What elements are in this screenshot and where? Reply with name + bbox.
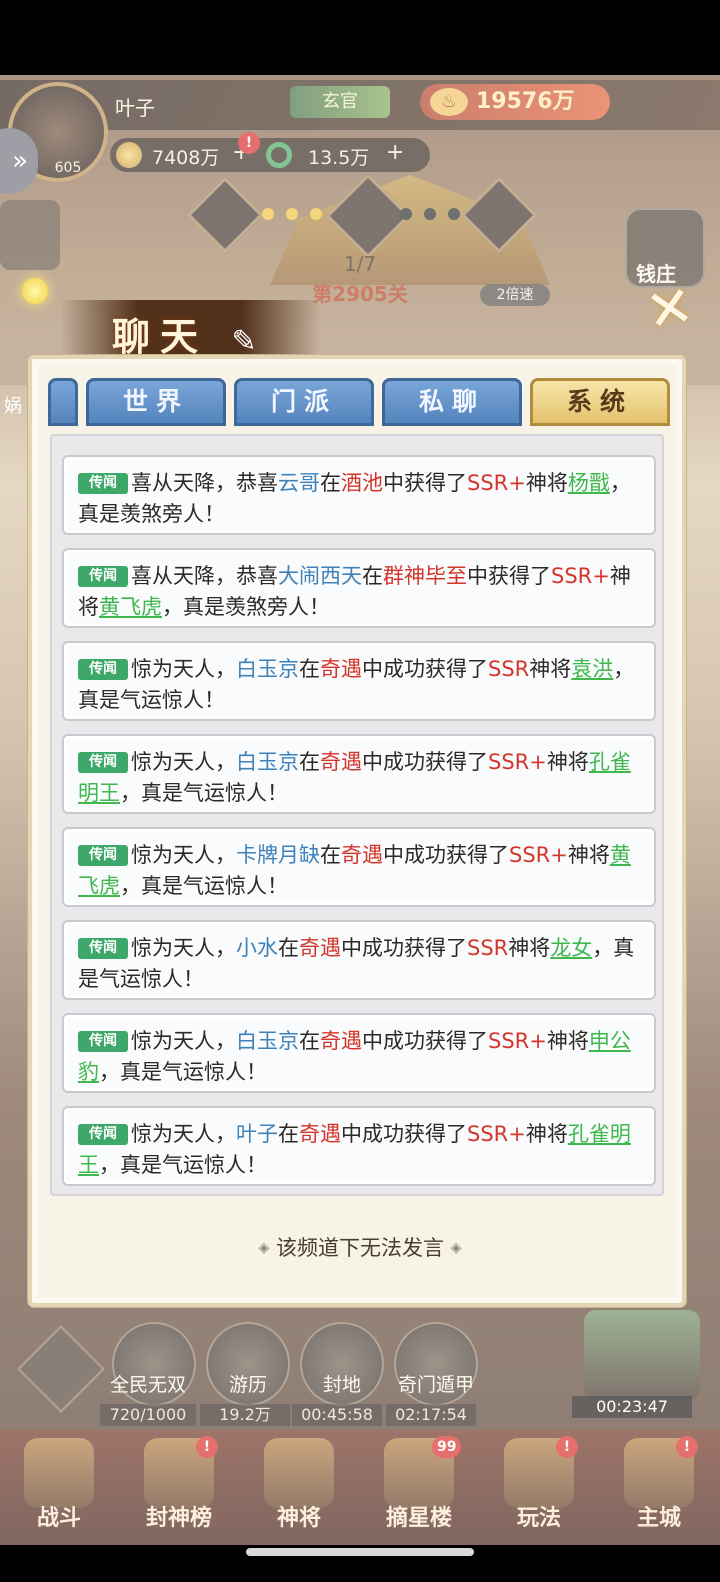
sun-icon: [22, 278, 48, 304]
rumor-tag: 传闻: [78, 1031, 128, 1052]
rumor-tag: 传闻: [78, 1124, 128, 1145]
player-name-link[interactable]: 大闹西天: [278, 564, 362, 588]
source-place: 奇遇: [299, 936, 341, 960]
hero-prefix: 神将: [546, 750, 589, 774]
source-place: 酒池: [341, 471, 383, 495]
source-place: 群神毕至: [383, 564, 467, 588]
hero-link[interactable]: 袁洪: [571, 657, 613, 681]
rumor-tag: 传闻: [78, 659, 128, 680]
rumor-tag: 传闻: [78, 473, 128, 494]
tab-private[interactable]: 私聊: [382, 378, 522, 426]
source-place: 奇遇: [320, 750, 362, 774]
rumor-tag: 传闻: [78, 752, 128, 773]
rumor-tag: 传闻: [78, 845, 128, 866]
hero-link[interactable]: 杨戬: [568, 471, 610, 495]
close-button[interactable]: ✕: [635, 273, 705, 346]
player-name-link[interactable]: 云哥: [278, 471, 320, 495]
rarity: SSR+: [467, 471, 526, 495]
rarity: SSR+: [467, 1122, 526, 1146]
message-intro: 惊为天人，: [131, 843, 236, 867]
tab-world[interactable]: 世界: [86, 378, 226, 426]
message-intro: 惊为天人，: [131, 936, 236, 960]
rarity: SSR: [467, 936, 509, 960]
hero-prefix: 神将: [567, 843, 610, 867]
player-name-link[interactable]: 白玉京: [236, 657, 299, 681]
message-at: 在: [278, 1122, 299, 1146]
message-verb: 中成功获得了: [341, 1122, 467, 1146]
rarity: SSR+: [551, 564, 610, 588]
source-place: 奇遇: [341, 843, 383, 867]
home-indicator: [246, 1548, 474, 1556]
message-at: 在: [299, 1029, 320, 1053]
close-icon: ✕: [641, 273, 699, 346]
message-verb: 中成功获得了: [362, 1029, 488, 1053]
message-intro: 惊为天人，: [131, 1122, 236, 1146]
player-name-link[interactable]: 白玉京: [236, 750, 299, 774]
rumor-tag: 传闻: [78, 566, 128, 587]
hero-link[interactable]: 黄飞虎: [99, 595, 162, 619]
channel-notice-text: 该频道下无法发言: [276, 1236, 444, 1260]
message-verb: 中获得了: [383, 471, 467, 495]
message-outro: ，真是气运惊人！: [120, 781, 288, 805]
tab-sect[interactable]: 门派: [234, 378, 374, 426]
message-verb: 中成功获得了: [383, 843, 509, 867]
message-at: 在: [299, 750, 320, 774]
source-place: 奇遇: [299, 1122, 341, 1146]
message-intro: 惊为天人，: [131, 1029, 236, 1053]
message-intro: 喜从天降，恭喜: [131, 564, 278, 588]
player-name-link[interactable]: 小水: [236, 936, 278, 960]
message-at: 在: [299, 657, 320, 681]
message-at: 在: [320, 843, 341, 867]
rarity: SSR: [488, 657, 530, 681]
player-name-link[interactable]: 卡牌月缺: [236, 843, 320, 867]
system-message: 传闻 惊为天人，白玉京在奇遇中成功获得了SSR神将袁洪，真是气运惊人！: [62, 641, 656, 721]
rarity: SSR+: [509, 843, 568, 867]
source-place: 奇遇: [320, 1029, 362, 1053]
message-verb: 中成功获得了: [362, 657, 488, 681]
message-at: 在: [278, 936, 299, 960]
message-at: 在: [320, 471, 341, 495]
message-outro: ，真是羡煞旁人！: [162, 595, 330, 619]
tab-scroll-left[interactable]: [48, 378, 78, 426]
ornament-left-icon: ◈: [258, 1240, 270, 1256]
system-message: 传闻 惊为天人，卡牌月缺在奇遇中成功获得了SSR+神将黄飞虎，真是气运惊人！: [62, 827, 656, 907]
message-verb: 中成功获得了: [362, 750, 488, 774]
system-message: 传闻 惊为天人，白玉京在奇遇中成功获得了SSR+神将孔雀明王，真是气运惊人！: [62, 734, 656, 814]
dialog-title: 聊天: [112, 315, 209, 359]
message-outro: ，真是气运惊人！: [99, 1153, 267, 1177]
rumor-tag: 传闻: [78, 938, 128, 959]
source-place: 奇遇: [320, 657, 362, 681]
message-verb: 中成功获得了: [341, 936, 467, 960]
system-message: 传闻 喜从天降，恭喜大闹西天在群神毕至中获得了SSR+神将黄飞虎，真是羡煞旁人！: [62, 548, 656, 628]
message-outro: ，真是气运惊人！: [120, 874, 288, 898]
hero-prefix: 神将: [525, 1122, 568, 1146]
system-message: 传闻 喜从天降，恭喜云哥在酒池中获得了SSR+神将杨戬，真是羡煞旁人！: [62, 455, 656, 535]
hero-prefix: 神将: [546, 1029, 589, 1053]
player-name-link[interactable]: 叶子: [236, 1122, 278, 1146]
system-message: 传闻 惊为天人，白玉京在奇遇中成功获得了SSR+神将申公豹，真是气运惊人！: [62, 1013, 656, 1093]
rarity: SSR+: [488, 750, 547, 774]
hero-prefix: 神将: [508, 936, 551, 960]
tab-system[interactable]: 系统: [530, 378, 670, 426]
channel-notice: ◈ 该频道下无法发言 ◈: [230, 1232, 490, 1262]
system-message: 传闻 惊为天人，叶子在奇遇中成功获得了SSR+神将孔雀明王，真是气运惊人！: [62, 1106, 656, 1186]
message-verb: 中获得了: [467, 564, 551, 588]
message-outro: ，真是气运惊人！: [99, 1060, 267, 1084]
system-message: 传闻 惊为天人，小水在奇遇中成功获得了SSR神将龙女，真是气运惊人！: [62, 920, 656, 1000]
message-intro: 惊为天人，: [131, 657, 236, 681]
hero-link[interactable]: 龙女: [550, 936, 592, 960]
player-name-link[interactable]: 白玉京: [236, 1029, 299, 1053]
hero-prefix: 神将: [529, 657, 572, 681]
hero-prefix: 神将: [525, 471, 568, 495]
message-at: 在: [362, 564, 383, 588]
message-intro: 惊为天人，: [131, 750, 236, 774]
message-intro: 喜从天降，恭喜: [131, 471, 278, 495]
ornament-right-icon: ◈: [450, 1240, 462, 1256]
rarity: SSR+: [488, 1029, 547, 1053]
